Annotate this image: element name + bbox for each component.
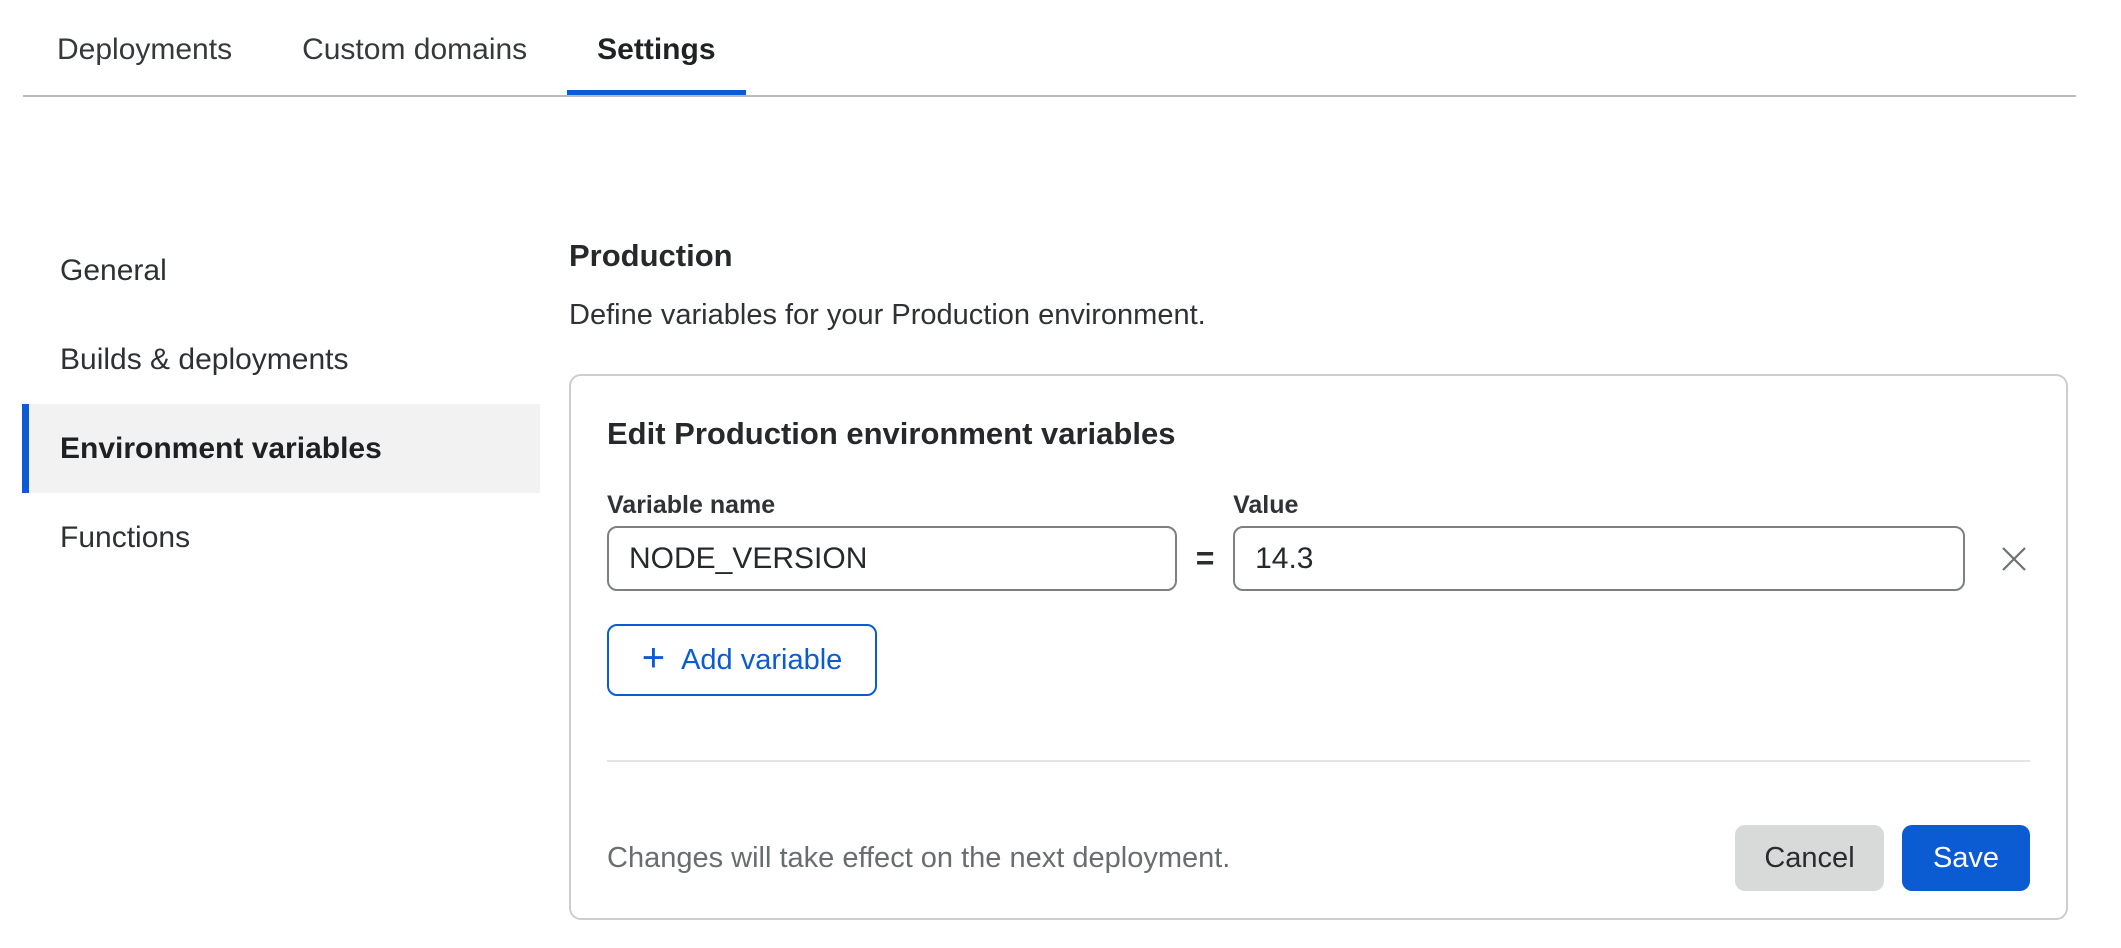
equals-sign: = [1177,526,1233,591]
cancel-button[interactable]: Cancel [1735,825,1884,891]
variable-name-input[interactable] [607,526,1177,591]
settings-sidebar: General Builds & deployments Environment… [22,226,540,582]
sidebar-item-builds-deployments[interactable]: Builds & deployments [22,315,540,404]
add-variable-button[interactable]: + Add variable [607,624,877,696]
save-button[interactable]: Save [1902,825,2030,891]
tab-bar: Deployments Custom domains Settings [23,0,2076,97]
x-icon [1998,543,2030,575]
sidebar-item-environment-variables[interactable]: Environment variables [22,404,540,493]
variable-name-label: Variable name [607,492,1177,518]
value-input[interactable] [1233,526,1965,591]
remove-variable-button[interactable] [1998,526,2030,591]
main-content: Production Define variables for your Pro… [569,226,2068,920]
tab-deployments[interactable]: Deployments [27,33,262,95]
card-divider [607,760,2030,762]
variable-name-field-group: Variable name [607,492,1177,591]
tab-custom-domains[interactable]: Custom domains [272,33,557,95]
card-title: Edit Production environment variables [607,416,2030,452]
footer-note: Changes will take effect on the next dep… [607,842,1735,875]
card-footer: Changes will take effect on the next dep… [607,825,2030,891]
environment-variables-card: Edit Production environment variables Va… [569,374,2068,920]
plus-icon: + [642,638,665,678]
page-title: Production [569,240,2068,272]
add-variable-label: Add variable [681,644,842,677]
variable-row: Variable name = Value [607,492,2030,591]
page-description: Define variables for your Production env… [569,300,2068,330]
sidebar-item-general[interactable]: General [22,226,540,315]
value-label: Value [1233,492,1965,518]
tab-settings[interactable]: Settings [567,33,745,95]
sidebar-item-functions[interactable]: Functions [22,493,540,582]
value-field-group: Value [1233,492,1965,591]
